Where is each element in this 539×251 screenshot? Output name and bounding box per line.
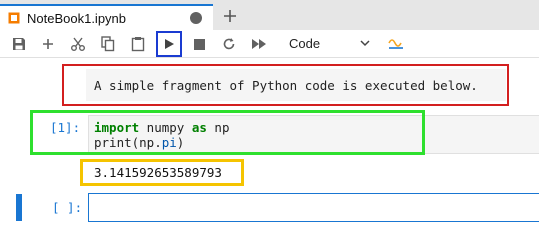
stop-button[interactable] — [188, 33, 210, 55]
restart-icon — [223, 38, 235, 50]
add-cell-icon — [43, 39, 53, 49]
copy-button[interactable] — [97, 33, 119, 55]
output-highlight-box — [80, 159, 244, 186]
fast-forward-icon — [252, 39, 266, 49]
cut-icon — [71, 37, 85, 51]
paste-button[interactable] — [127, 33, 149, 55]
restart-button[interactable] — [218, 33, 240, 55]
save-icon — [13, 38, 25, 50]
cell-type-select[interactable]: Code — [289, 36, 320, 51]
notebook-toolbar: Code — [0, 30, 539, 58]
new-tab-button[interactable] — [218, 6, 242, 26]
notebook-icon — [7, 11, 21, 25]
run-icon — [165, 39, 174, 49]
markdown-highlight-box — [62, 64, 509, 106]
cut-button[interactable] — [67, 33, 89, 55]
restart-run-all-button[interactable] — [248, 33, 270, 55]
code-highlight-box — [30, 110, 425, 155]
stop-icon — [193, 38, 205, 50]
notebook-tab[interactable]: NoteBook1.ipynb — [0, 4, 213, 30]
tab-title: NoteBook1.ipynb — [27, 10, 127, 26]
paste-icon — [131, 37, 145, 52]
kernel-status-icon — [388, 39, 403, 49]
empty-cell-input[interactable] — [88, 193, 539, 222]
copy-icon — [101, 36, 115, 52]
run-button[interactable] — [156, 31, 182, 57]
chevron-down-icon[interactable] — [359, 37, 371, 49]
save-button[interactable] — [8, 33, 30, 55]
empty-cell-prompt: [ ]: — [52, 200, 83, 215]
active-cell-indicator[interactable] — [16, 194, 22, 221]
add-cell-button[interactable] — [37, 33, 59, 55]
close-tab-icon[interactable] — [190, 12, 202, 24]
